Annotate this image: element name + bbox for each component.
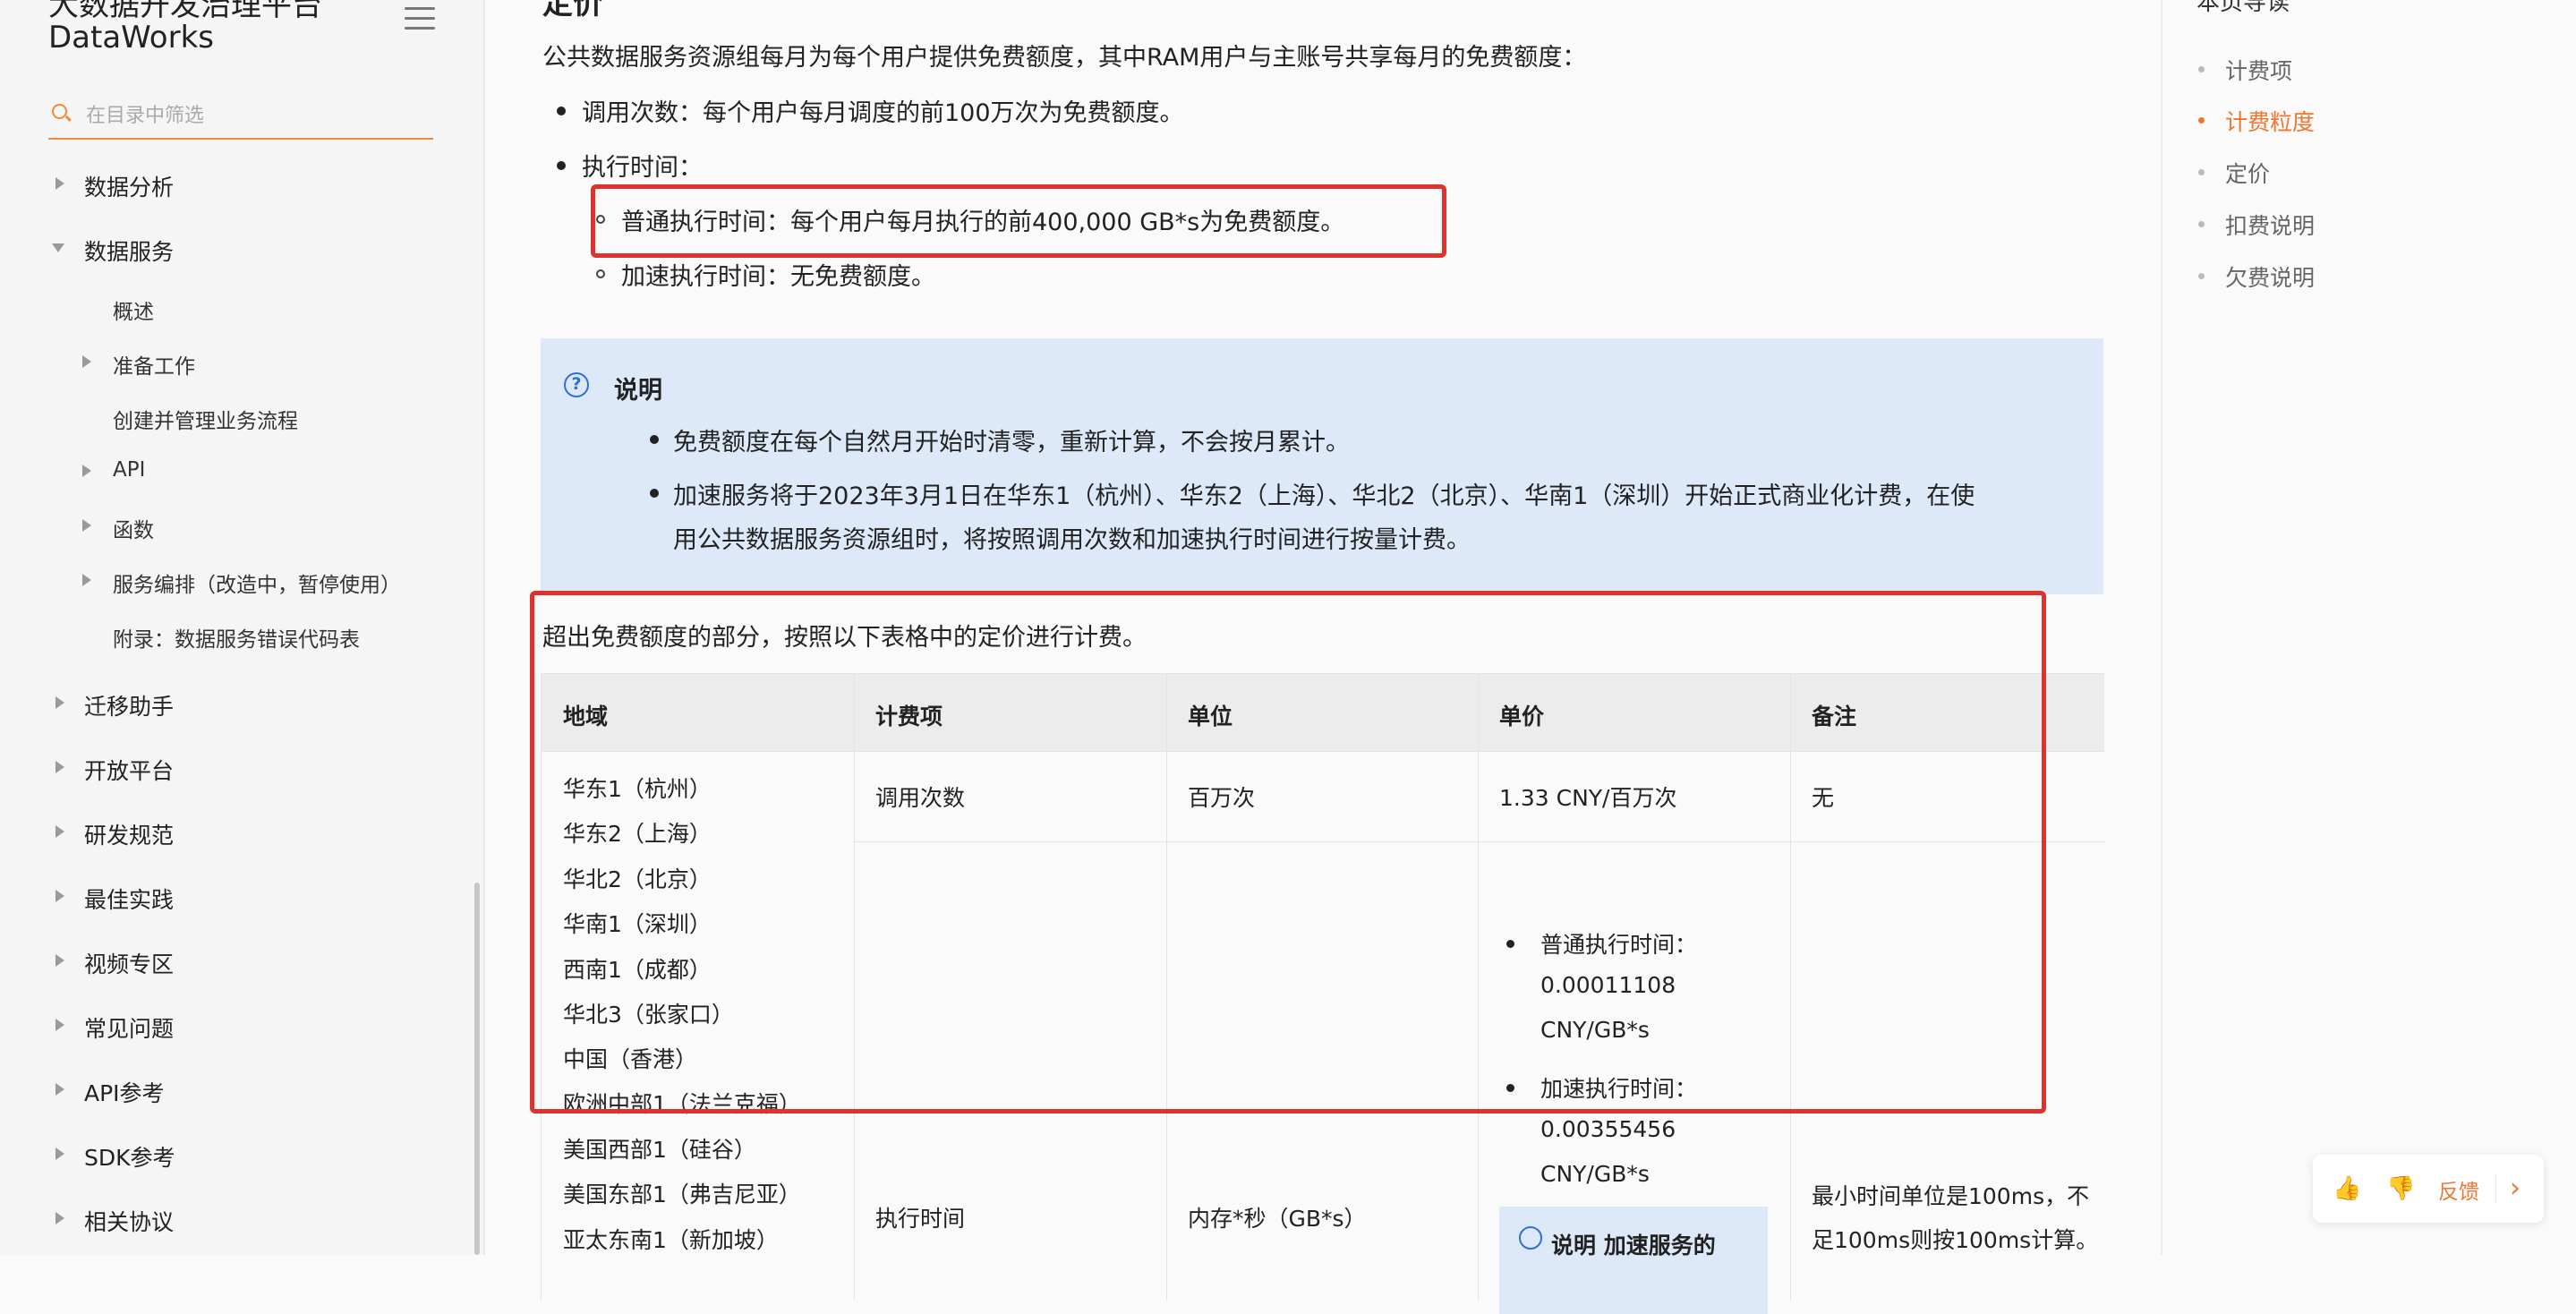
sidebar: 大数据开发治理平台 DataWorks 数据分析 数据服务 概述 准备工作 创建… (0, 0, 485, 1255)
chevron-right-icon[interactable] (82, 355, 91, 368)
directory-filter-input[interactable] (84, 97, 428, 134)
chevron-right-icon[interactable] (82, 465, 91, 477)
bullet (557, 161, 566, 170)
question-circle-icon: ? (564, 372, 589, 397)
highlight-box (530, 591, 2046, 1113)
note-bullet-accel-line2: 用公共数据服务资源组时，将按照调用次数和加速执行时间进行按量计费。 (673, 526, 1471, 554)
cell-unit-exec: 内存*秒（GB*s） (1188, 1206, 1367, 1232)
chevron-right-icon[interactable] (55, 1212, 64, 1224)
sidebar-item-faq[interactable]: 常见问题 (84, 1011, 174, 1044)
chevron-right-icon[interactable]: › (2510, 1173, 2521, 1204)
chevron-down-icon[interactable] (52, 243, 64, 252)
main-content: 定价 公共数据服务资源组每月为每个用户提供免费额度，其中RAM用户与主账号共享每… (485, 0, 2161, 1314)
directory-filter (48, 93, 433, 140)
sidebar-subitem-overview[interactable]: 概述 (113, 294, 154, 325)
toc-item-billing-granularity[interactable]: 计费粒度 (2225, 105, 2315, 137)
cell-price-accel-value: 0.00355456 (1540, 1116, 1676, 1142)
chevron-right-icon[interactable] (55, 177, 64, 190)
toc-item-deduction[interactable]: 扣费说明 (2225, 209, 2315, 241)
chevron-right-icon[interactable] (55, 954, 64, 967)
sub-bullet-accel-exec: 加速执行时间：无免费额度。 (621, 263, 935, 291)
note-box: ? 说明 免费额度在每个自然月开始时清零，重新计算，不会按月累计。 加速服务将于… (541, 338, 2103, 594)
highlight-box (591, 184, 1446, 258)
cell-billing-item-exec: 执行时间 (875, 1206, 966, 1232)
sidebar-item-open-platform[interactable]: 开放平台 (84, 754, 174, 786)
chevron-right-icon[interactable] (55, 825, 64, 838)
search-icon (52, 104, 67, 119)
menu-collapse-icon[interactable] (405, 7, 435, 34)
chevron-right-icon[interactable] (55, 1083, 64, 1096)
table-inline-note: 说明 加速服务的 (1499, 1207, 1768, 1314)
toc-item-overdue[interactable]: 欠费说明 (2225, 260, 2315, 293)
sidebar-scrollbar[interactable] (474, 883, 480, 1255)
sidebar-item-dev-standards[interactable]: 研发规范 (84, 818, 174, 850)
toc-item-pricing[interactable]: 定价 (2225, 157, 2270, 189)
chevron-right-icon[interactable] (82, 574, 91, 586)
sidebar-item-data-analysis[interactable]: 数据分析 (84, 170, 174, 202)
feedback-widget: 👍 👎 反馈 › (2313, 1155, 2544, 1223)
sidebar-item-migration[interactable]: 迁移助手 (84, 689, 174, 721)
section-title: 定价 (542, 0, 603, 21)
note-title: 说明 (614, 377, 662, 405)
sidebar-subitem-api[interactable]: API (113, 458, 145, 482)
sidebar-item-data-service[interactable]: 数据服务 (84, 235, 174, 267)
bullet-exec-time: 执行时间： (582, 154, 703, 182)
sidebar-item-best-practices[interactable]: 最佳实践 (84, 883, 174, 915)
feedback-button[interactable]: 反馈 (2438, 1174, 2479, 1205)
bullet-call-count: 调用次数：每个用户每月调度的前100万次为免费额度。 (582, 99, 1184, 127)
bullet (650, 489, 659, 498)
sidebar-subitem-preparation[interactable]: 准备工作 (113, 349, 195, 380)
region-cell: 亚太东南1（新加坡） (563, 1227, 779, 1253)
sidebar-item-api-reference[interactable]: API参考 (84, 1076, 165, 1108)
chevron-right-icon[interactable] (82, 519, 91, 532)
cell-price-accel-unit: CNY/GB*s (1540, 1161, 1650, 1187)
toc-panel: 本页导读 计费项 计费粒度 定价 扣费说明 欠费说明 (2161, 0, 2576, 1255)
bullet (557, 107, 566, 115)
sidebar-subitem-orchestration[interactable]: 服务编排（改造中，暂停使用） (113, 567, 401, 598)
brand-product-name: DataWorks (48, 20, 214, 55)
note-bullet-accel-line1: 加速服务将于2023年3月1日在华东1（杭州）、华东2（上海）、华北2（北京）、… (673, 482, 1975, 510)
chevron-right-icon[interactable] (55, 890, 64, 902)
cell-remark-exec-line1: 最小时间单位是100ms，不 (1812, 1183, 2090, 1209)
sidebar-item-sdk-reference[interactable]: SDK参考 (84, 1140, 175, 1173)
chevron-right-icon[interactable] (55, 761, 64, 773)
sub-bullet (596, 269, 605, 278)
sidebar-subitem-error-codes[interactable]: 附录：数据服务错误代码表 (113, 622, 360, 653)
sidebar-subitem-business-flow[interactable]: 创建并管理业务流程 (113, 404, 298, 434)
table-inline-note-text: 说明 加速服务的 (1551, 1233, 1716, 1259)
question-circle-icon (1519, 1226, 1542, 1250)
sidebar-subitem-functions[interactable]: 函数 (113, 513, 154, 543)
pricing-intro: 公共数据服务资源组每月为每个用户提供免费额度，其中RAM用户与主账号共享每月的免… (542, 44, 1587, 72)
thumbs-up-icon[interactable]: 👍 (2333, 1174, 2361, 1203)
region-cell: 美国西部1（硅谷） (563, 1137, 756, 1163)
chevron-right-icon[interactable] (55, 1019, 64, 1031)
sidebar-item-videos[interactable]: 视频专区 (84, 947, 174, 979)
bullet (650, 435, 659, 444)
sidebar-item-agreements[interactable]: 相关协议 (84, 1205, 174, 1237)
toc-title: 本页导读 (2196, 0, 2290, 16)
chevron-right-icon[interactable] (55, 1148, 64, 1160)
cell-remark-exec-line2: 足100ms则按100ms计算。 (1812, 1227, 2099, 1253)
thumbs-down-icon[interactable]: 👎 (2386, 1174, 2415, 1203)
note-bullet-reset: 免费额度在每个自然月开始时清零，重新计算，不会按月累计。 (673, 429, 1350, 456)
toc-item-billing-items[interactable]: 计费项 (2225, 54, 2292, 86)
chevron-right-icon[interactable] (55, 696, 64, 709)
region-cell: 美国东部1（弗吉尼亚） (563, 1182, 801, 1207)
